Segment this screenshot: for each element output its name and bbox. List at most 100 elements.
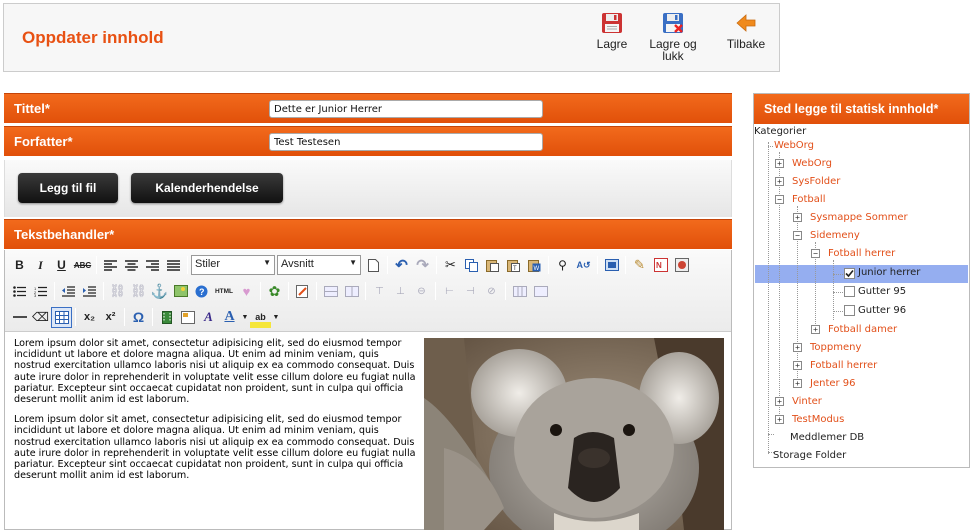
replace-icon[interactable]: A↺ xyxy=(573,255,594,276)
expand-icon[interactable]: + xyxy=(793,213,802,222)
cut-icon[interactable]: ✂ xyxy=(440,255,461,276)
indent-icon[interactable] xyxy=(79,281,100,302)
title-input[interactable] xyxy=(269,100,543,118)
collapse-icon[interactable]: − xyxy=(775,195,784,204)
delete-row-icon[interactable]: ⊖ xyxy=(411,281,432,302)
editor-content[interactable]: Lorem ipsum dolor sit amet, consectetur … xyxy=(14,338,418,490)
redo-icon[interactable]: ↷ xyxy=(412,255,433,276)
emotion-icon[interactable]: ♥ xyxy=(236,281,257,302)
row-after-icon[interactable]: ⊥ xyxy=(390,281,411,302)
expand-icon[interactable]: + xyxy=(811,325,820,334)
tree-node-fotball[interactable]: Fotball xyxy=(792,192,825,208)
expand-icon[interactable]: + xyxy=(793,343,802,352)
tree-node-junior-herrer[interactable]: Junior herrer xyxy=(858,265,920,281)
select-all-icon[interactable] xyxy=(601,255,622,276)
merge-cells-icon[interactable] xyxy=(530,281,551,302)
author-input[interactable] xyxy=(269,133,543,151)
font-size-icon[interactable]: A xyxy=(198,307,219,328)
tree-node-weborg-child[interactable]: WebOrg xyxy=(792,156,832,172)
tree-node-fotball-herrer-2[interactable]: Fotball herrer xyxy=(810,358,877,374)
edit-attributes-icon[interactable] xyxy=(292,281,313,302)
help-icon[interactable]: ? xyxy=(191,281,212,302)
collapse-icon[interactable]: − xyxy=(811,249,820,258)
numbered-list-icon[interactable]: 123 xyxy=(30,281,51,302)
html-source-icon[interactable]: HTML xyxy=(212,281,236,302)
special-char-icon[interactable]: Ω xyxy=(128,307,149,328)
expand-icon[interactable]: + xyxy=(775,415,784,424)
horizontal-rule-icon[interactable] xyxy=(9,307,30,328)
bullet-list-icon[interactable] xyxy=(9,281,30,302)
underline-icon[interactable]: U xyxy=(51,255,72,276)
col-after-icon[interactable]: ⊣ xyxy=(460,281,481,302)
paste-icon[interactable] xyxy=(482,255,503,276)
align-left-icon[interactable] xyxy=(100,255,121,276)
add-file-button[interactable]: Legg til fil xyxy=(18,173,118,203)
format-select[interactable]: Avsnitt ▼ xyxy=(277,255,361,275)
gutter-95-checkbox[interactable] xyxy=(844,286,855,297)
chevron-down-icon[interactable]: ▼ xyxy=(240,307,250,328)
back-button[interactable]: Tilbake xyxy=(718,12,774,50)
tree-node-weborg[interactable]: WebOrg xyxy=(774,138,814,154)
table-row-props-icon[interactable] xyxy=(320,281,341,302)
spellcheck-icon[interactable]: N xyxy=(650,255,671,276)
expand-icon[interactable]: + xyxy=(775,159,784,168)
link-icon[interactable]: ⛓ xyxy=(107,281,128,302)
superscript-icon[interactable]: x² xyxy=(100,307,121,328)
eraser-icon[interactable]: ⌫ xyxy=(30,307,51,328)
col-before-icon[interactable]: ⊢ xyxy=(439,281,460,302)
tree-node-sidemeny[interactable]: Sidemeny xyxy=(810,228,860,244)
template-icon[interactable] xyxy=(177,307,198,328)
align-center-icon[interactable] xyxy=(121,255,142,276)
copy-icon[interactable] xyxy=(461,255,482,276)
save-button[interactable]: Lagre xyxy=(584,12,640,50)
bold-icon[interactable]: B xyxy=(9,255,30,276)
align-right-icon[interactable] xyxy=(142,255,163,276)
tree-node-toppmeny[interactable]: Toppmeny xyxy=(810,340,861,356)
tree-node-testmodus[interactable]: TestModus xyxy=(792,412,844,428)
tree-node-jenter-96[interactable]: Jenter 96 xyxy=(810,376,856,392)
insert-media-icon[interactable]: ✿ xyxy=(264,281,285,302)
undo-icon[interactable]: ↶ xyxy=(391,255,412,276)
expand-icon[interactable]: + xyxy=(775,397,784,406)
split-cells-icon[interactable] xyxy=(509,281,530,302)
delete-col-icon[interactable]: ⊘ xyxy=(481,281,502,302)
tree-node-sysfolder[interactable]: SysFolder xyxy=(792,174,840,190)
strikethrough-icon[interactable]: ABC xyxy=(72,255,93,276)
gutter-96-checkbox[interactable] xyxy=(844,305,855,316)
paste-text-icon[interactable]: T xyxy=(503,255,524,276)
chevron-down-icon[interactable]: ▼ xyxy=(271,307,281,328)
highlight-color-icon[interactable]: ab xyxy=(250,306,271,328)
anchor-icon[interactable]: ⚓ xyxy=(149,281,170,302)
image-icon[interactable] xyxy=(170,281,191,302)
paste-word-icon[interactable]: W xyxy=(524,255,545,276)
table-cell-props-icon[interactable] xyxy=(341,281,362,302)
expand-icon[interactable]: + xyxy=(793,361,802,370)
tree-node-sysmappe-sommer[interactable]: Sysmappe Sommer xyxy=(810,210,908,226)
film-icon[interactable] xyxy=(156,307,177,328)
tree-node-vinter[interactable]: Vinter xyxy=(792,394,822,410)
save-and-close-button[interactable]: Lagre og lukk xyxy=(645,12,701,62)
find-icon[interactable]: ⚲ xyxy=(552,255,573,276)
table-icon[interactable] xyxy=(51,306,72,328)
tree-node-fotball-damer[interactable]: Fotball damer xyxy=(828,322,897,338)
italic-icon[interactable]: I xyxy=(30,255,51,276)
align-justify-icon[interactable] xyxy=(163,255,184,276)
unlink-icon[interactable]: ⛓ xyxy=(128,281,149,302)
tree-node-gutter-95[interactable]: Gutter 95 xyxy=(858,284,906,300)
clean-format-icon[interactable]: ✎ xyxy=(629,255,650,276)
outdent-icon[interactable] xyxy=(58,281,79,302)
subscript-icon[interactable]: x₂ xyxy=(79,307,100,328)
expand-icon[interactable]: + xyxy=(793,379,802,388)
media-icon[interactable] xyxy=(671,255,692,276)
row-before-icon[interactable]: ⊤ xyxy=(369,281,390,302)
junior-herrer-checkbox[interactable] xyxy=(844,268,855,279)
new-document-icon[interactable] xyxy=(363,255,384,276)
tree-node-fotball-herrer[interactable]: Fotball herrer xyxy=(828,246,895,262)
tree-node-storage-folder[interactable]: Storage Folder xyxy=(773,448,846,464)
tree-node-meddlemer-db[interactable]: Meddlemer DB xyxy=(790,430,864,446)
style-select[interactable]: Stiler ▼ xyxy=(191,255,275,275)
calendar-event-button[interactable]: Kalenderhendelse xyxy=(131,173,283,203)
text-color-icon[interactable]: A xyxy=(219,307,240,328)
tree-node-gutter-96[interactable]: Gutter 96 xyxy=(858,303,906,319)
collapse-icon[interactable]: − xyxy=(793,231,802,240)
